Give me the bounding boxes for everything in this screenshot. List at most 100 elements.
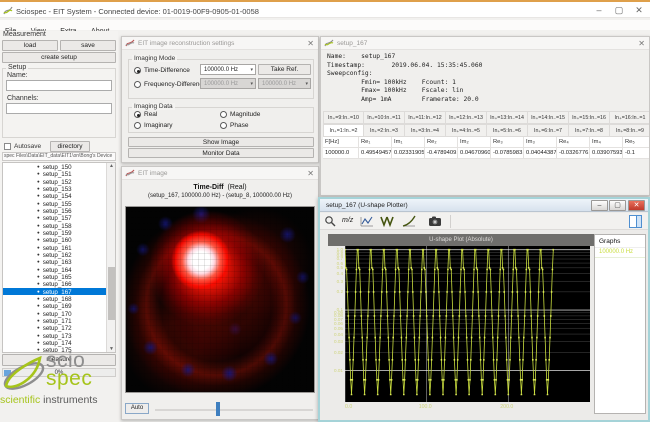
table-cell[interactable]: Im₁ (392, 137, 425, 148)
table-cell[interactable]: Im₄ (590, 137, 623, 148)
ushape-plot-canvas[interactable] (345, 246, 590, 402)
auto-scale-button[interactable]: Auto (125, 403, 149, 414)
close-button[interactable]: ✕ (632, 5, 646, 16)
setup-list-item[interactable]: ● setup_161 (3, 244, 108, 252)
scale-slider-handle[interactable] (216, 402, 220, 416)
setup-list-item[interactable]: ● setup_170 (3, 310, 108, 318)
legend-panel-toggle-icon[interactable] (629, 215, 642, 228)
peaks-tool-icon[interactable] (380, 215, 394, 228)
camera-snapshot-icon[interactable] (428, 215, 442, 228)
setup-list-item[interactable]: ● setup_168 (3, 295, 108, 303)
monitor-data-button[interactable]: Monitor Data (128, 148, 314, 158)
phase-radio[interactable] (220, 122, 227, 129)
frequency-difference-radio[interactable] (134, 81, 141, 88)
table-cell[interactable]: In₊=10:In₋=11 (364, 111, 405, 124)
table-cell[interactable]: In₊=4:In₋=5 (446, 124, 487, 137)
legend-entry-frequency[interactable]: 100000.0 Hz (595, 247, 645, 258)
setup-list-item[interactable]: ● setup_153 (3, 185, 108, 193)
setup-list-item[interactable]: ● setup_160 (3, 236, 108, 244)
plotter-minimize-button[interactable]: – (591, 200, 608, 211)
time-difference-radio[interactable] (134, 67, 141, 74)
maximize-button[interactable]: ▢ (612, 5, 626, 16)
eit-image-close-icon[interactable]: ✕ (307, 169, 314, 178)
imaginary-radio[interactable] (134, 122, 141, 129)
setup-list-item[interactable]: ● setup_150 (3, 163, 108, 171)
table-cell[interactable]: F[Hz] (323, 137, 359, 148)
real-radio[interactable] (134, 111, 141, 118)
table-cell[interactable]: In₊=9:In₋=10 (323, 111, 364, 124)
table-cell[interactable]: Re₁ (359, 137, 392, 148)
setup-list-item[interactable]: ● setup_162 (3, 251, 108, 259)
table-cell[interactable]: In₊=11:In₋=12 (405, 111, 446, 124)
setup-list-item[interactable]: ● setup_165 (3, 273, 108, 281)
setup-info-close-icon[interactable]: ✕ (638, 39, 645, 48)
scale-slider-track[interactable] (155, 409, 313, 411)
table-cell[interactable]: 100000.0 (323, 148, 359, 159)
eit-image-titlebar[interactable]: EIT image ✕ (122, 167, 318, 180)
setup-list-item[interactable]: ● setup_171 (3, 317, 108, 325)
table-cell[interactable]: Re₅ (623, 137, 649, 148)
name-input[interactable] (6, 80, 112, 91)
minimize-button[interactable]: – (592, 5, 606, 15)
save-button[interactable]: save (60, 40, 116, 51)
table-cell[interactable]: -0.0326776.. (557, 148, 590, 159)
setup-list[interactable]: ● setup_150 ● setup_151 ● setup_152 ● setup_153… (2, 162, 116, 353)
time-diff-freq-select[interactable]: 100000.0 Hz ▾ (200, 64, 256, 75)
mz-tool-button[interactable]: m/z (342, 217, 353, 224)
recon-titlebar[interactable]: EIT image reconstruction settings ✕ (122, 37, 318, 50)
show-image-button[interactable]: Show Image (128, 137, 314, 147)
load-button[interactable]: load (2, 40, 58, 51)
table-cell[interactable]: Re₂ (425, 137, 458, 148)
setup-list-item[interactable]: ● setup_169 (3, 302, 108, 310)
channels-input[interactable] (6, 103, 112, 114)
autosave-checkbox[interactable] (4, 143, 11, 150)
table-cell[interactable]: -0.1 (623, 148, 649, 159)
table-cell[interactable]: In₊=14:In₋=15 (528, 111, 569, 124)
table-cell[interactable]: Im₂ (458, 137, 491, 148)
setup-list-item[interactable]: ● setup_173 (3, 332, 108, 340)
setup-list-item[interactable]: ● setup_152 (3, 178, 108, 186)
setup-list-item[interactable]: ● setup_167 (3, 287, 108, 296)
plotter-close-button[interactable]: ✕ (628, 200, 645, 211)
table-cell[interactable]: Re₄ (557, 137, 590, 148)
table-cell[interactable]: In₊=15:In₋=16 (569, 111, 610, 124)
table-cell[interactable]: 0.03907593.. (590, 148, 623, 159)
setup-list-item[interactable]: ● setup_163 (3, 258, 108, 266)
scroll-up-icon[interactable]: ▲ (107, 163, 115, 169)
table-cell[interactable]: In₊=2:In₋=3 (364, 124, 405, 137)
setup-list-item[interactable]: ● setup_155 (3, 200, 108, 208)
table-cell[interactable]: In₊=16:In₋=1 (610, 111, 649, 124)
line-plot-tool-icon[interactable] (360, 215, 374, 228)
setup-list-item[interactable]: ● setup_154 (3, 192, 108, 200)
setup-list-item[interactable]: ● setup_156 (3, 207, 108, 215)
table-cell[interactable]: -0.4789409.. (425, 148, 458, 159)
setup-list-item[interactable]: ● setup_172 (3, 324, 108, 332)
table-cell[interactable]: 0.49549457.. (359, 148, 392, 159)
table-cell[interactable]: 0.02331905.. (392, 148, 425, 159)
setup-list-scrollbar[interactable]: ▲ ▼ (106, 163, 115, 352)
take-ref-button[interactable]: Take Ref. (258, 64, 311, 75)
table-cell[interactable]: Re₃ (491, 137, 524, 148)
recon-close-icon[interactable]: ✕ (307, 39, 314, 48)
zoom-tool-icon[interactable] (324, 215, 338, 228)
scrollbar-thumb[interactable] (108, 266, 115, 320)
table-cell[interactable]: In₊=6:In₋=7 (528, 124, 569, 137)
table-cell[interactable]: In₊=3:In₋=4 (405, 124, 446, 137)
setup-list-item[interactable]: ● setup_166 (3, 280, 108, 288)
table-cell[interactable]: In₊=1:In₋=2 (323, 124, 364, 137)
table-cell[interactable]: 0.04044387.. (524, 148, 557, 159)
table-cell[interactable]: In₊=13:In₋=14 (487, 111, 528, 124)
table-cell[interactable]: -0.0785983.. (491, 148, 524, 159)
setup-list-item[interactable]: ● setup_174 (3, 339, 108, 347)
setup-list-item[interactable]: ● setup_164 (3, 266, 108, 274)
create-setup-button[interactable]: create setup (2, 52, 116, 63)
magnitude-radio[interactable] (220, 111, 227, 118)
table-cell[interactable]: In₊=7:In₋=8 (569, 124, 610, 137)
plotter-maximize-button[interactable]: ▢ (609, 200, 626, 211)
plotter-titlebar[interactable]: setup_167 (U-shape Plotter) – ▢ ✕ (320, 199, 648, 212)
table-cell[interactable]: Im₃ (524, 137, 557, 148)
setup-list-item[interactable]: ● setup_157 (3, 214, 108, 222)
setup-list-item[interactable]: ● setup_158 (3, 222, 108, 230)
table-cell[interactable]: 0.04670960.. (458, 148, 491, 159)
directory-button[interactable]: directory (50, 141, 90, 152)
